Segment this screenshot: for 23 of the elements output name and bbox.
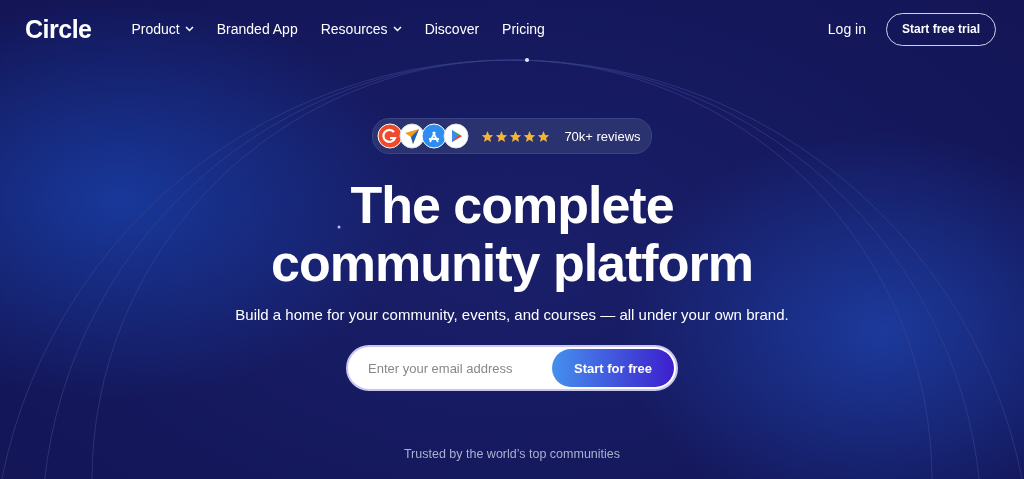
start-free-button[interactable]: Start for free <box>551 349 674 387</box>
trusted-caption: Trusted by the world’s top communities <box>403 447 621 461</box>
reviews-count: 70k+ reviews <box>564 128 641 144</box>
star-icon <box>509 129 523 143</box>
play-store-icon <box>443 123 470 149</box>
chevron-down-icon <box>392 26 402 32</box>
star-icon <box>523 129 537 143</box>
star-icon <box>537 129 551 143</box>
hero-subtitle: Build a home for your community, events, and courses — all under your own brand. <box>235 306 789 323</box>
circle-logo[interactable]: Circle <box>25 14 92 44</box>
app-store-icon <box>421 123 448 149</box>
hero-title: The complete community platform <box>271 176 753 292</box>
nav-link[interactable]: Discover <box>424 21 480 37</box>
star-icon <box>495 129 509 143</box>
nav-link[interactable]: Product <box>131 21 194 37</box>
login-link[interactable]: Log in <box>827 21 866 37</box>
paper-plane-icon <box>399 123 426 149</box>
email-signup-field[interactable]: Enter your email address Start for free <box>346 345 678 391</box>
nav-link[interactable]: Resources <box>320 21 402 37</box>
nav-link[interactable]: Branded App <box>216 21 298 37</box>
nav-link[interactable]: Pricing <box>502 21 545 37</box>
chevron-down-icon <box>184 26 194 32</box>
star-icon <box>481 129 495 143</box>
